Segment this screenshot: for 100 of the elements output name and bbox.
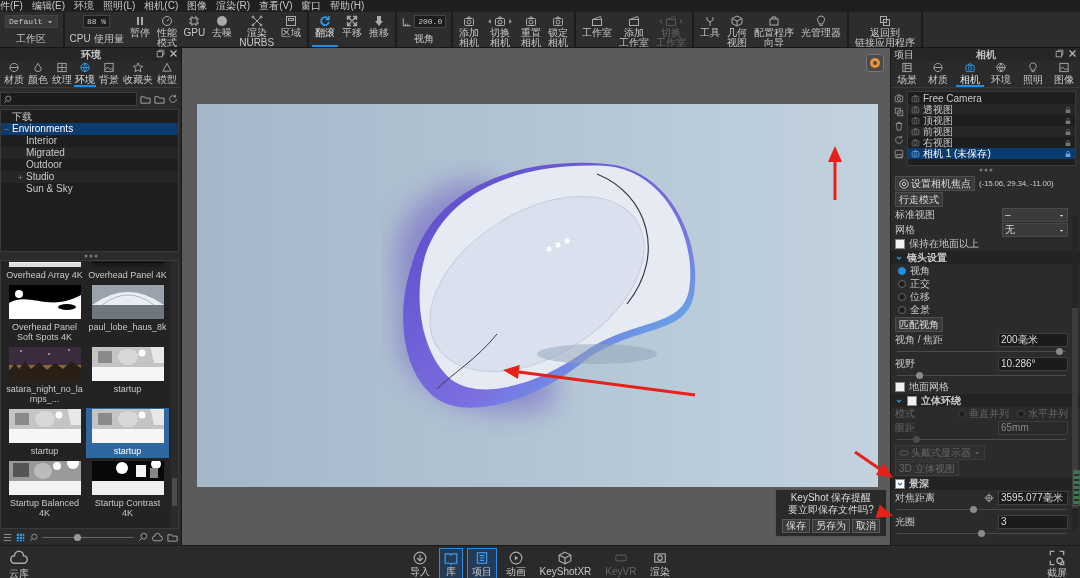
library-tab[interactable]: 材质 <box>2 61 25 87</box>
thumbnail-card[interactable]: startup <box>3 408 86 458</box>
thumbnail-card[interactable]: paul_lobe_haus_8k <box>86 284 169 344</box>
camera-item[interactable]: Free Camera <box>908 93 1075 104</box>
project-tab[interactable]: 场景 <box>892 61 921 87</box>
dock-tab[interactable]: KeyShotXR <box>534 548 597 578</box>
toolbar-field[interactable]: 88 % <box>82 15 111 28</box>
toolbar-button[interactable]: 光管理器 <box>798 12 845 47</box>
toolbar-button[interactable]: 性能 模式 <box>153 12 180 47</box>
menu-item[interactable]: 帮助(H) <box>330 0 365 12</box>
menu-item[interactable]: 照明(L) <box>103 0 136 12</box>
library-tab[interactable]: 颜色 <box>26 61 49 87</box>
slider-thumb[interactable] <box>1055 348 1063 355</box>
dock-tab[interactable]: 动画 <box>500 548 531 578</box>
camera-item[interactable]: 相机 1 (未保存) <box>908 148 1075 159</box>
project-tab[interactable]: 相机 <box>955 61 984 87</box>
dock-tab[interactable]: 导入 <box>404 548 435 578</box>
thumbnail-card[interactable]: Overhead Panel Soft Spots 4K <box>3 284 86 344</box>
scrollbar[interactable] <box>171 261 178 528</box>
gear-icon[interactable] <box>866 54 884 72</box>
toolbar-button[interactable]: 返回到 链接应用程序 <box>852 12 919 47</box>
thumbnail-card[interactable]: startup <box>86 346 169 406</box>
slider-thumb[interactable] <box>978 530 985 537</box>
value-field[interactable]: 10.286° <box>998 357 1068 371</box>
menu-item[interactable]: 渲染(R) <box>216 0 251 12</box>
radio-button[interactable] <box>898 280 906 288</box>
grip-icon[interactable] <box>83 254 98 258</box>
thumbnail-card[interactable]: startup <box>86 408 169 458</box>
toolbar-button[interactable]: 添加 相机 <box>456 12 483 47</box>
side-tab[interactable] <box>1073 470 1080 506</box>
toolbar-field[interactable]: 200.0 <box>414 15 447 28</box>
toolbar-button[interactable]: 工作室 <box>579 12 616 47</box>
tree-item[interactable]: 下载 <box>1 111 178 123</box>
menu-item[interactable]: 图像 <box>187 0 208 12</box>
menu-item[interactable]: 编辑(E) <box>31 0 66 12</box>
menu-item[interactable]: 查看(V) <box>259 0 293 12</box>
radio-button[interactable] <box>898 293 906 301</box>
radio-button[interactable] <box>898 306 906 314</box>
menu-item[interactable]: 相机(C) <box>144 0 179 12</box>
checkbox[interactable] <box>895 382 905 392</box>
property-button[interactable]: 行走模式 <box>895 192 943 207</box>
tree-item[interactable]: Studio <box>1 171 178 183</box>
slider-thumb[interactable] <box>916 372 924 379</box>
thumbnail-card[interactable]: satara_night_no_lamps_... <box>3 346 86 406</box>
tree-item[interactable]: Sun & Sky <box>1 183 178 195</box>
search-field[interactable] <box>0 92 137 106</box>
library-tab[interactable]: 模型 <box>156 61 178 87</box>
menu-item[interactable]: 环境 <box>74 0 95 12</box>
thumbnail-card[interactable]: Overhead Panel 4K <box>86 261 169 282</box>
toolbar-button[interactable]: 工具 <box>697 12 724 47</box>
screenshot-button[interactable]: 截屏 <box>1042 547 1072 578</box>
tree-item[interactable]: Outdoor <box>1 159 178 171</box>
checkbox[interactable] <box>895 478 905 489</box>
scrollbar[interactable] <box>1072 216 1078 531</box>
library-tab[interactable]: 纹理 <box>50 61 73 87</box>
project-tab[interactable]: 材质 <box>924 61 953 87</box>
checkbox[interactable] <box>907 395 917 406</box>
grip-icon[interactable] <box>978 168 993 172</box>
thumbnail-card[interactable]: Startup Contrast 4K <box>86 460 169 520</box>
toolbar-button[interactable]: 添加 工作室 <box>616 12 653 47</box>
project-tab[interactable]: 环境 <box>987 61 1016 87</box>
toolbar-button[interactable]: 配置程序 向导 <box>751 12 798 47</box>
toolbar-button[interactable]: GPU <box>180 12 209 47</box>
toolbar-button[interactable]: 几何 视图 <box>724 12 751 47</box>
dialog-button[interactable]: 另存为 <box>812 519 850 533</box>
dialog-button[interactable]: 保存 <box>782 519 810 533</box>
dock-tab[interactable]: 渲染 <box>645 548 676 578</box>
toolbar-button[interactable]: 平移 <box>339 12 366 47</box>
toolbar-button[interactable]: 暂停 <box>126 12 153 47</box>
project-tab[interactable]: 图像 <box>1050 61 1079 87</box>
toolbar-button[interactable]: 锁定 相机 <box>545 12 572 47</box>
tree-item[interactable]: Interior <box>1 135 178 147</box>
toolbar-button[interactable]: 切换 相机 <box>483 12 518 47</box>
workspace-dropdown[interactable]: Default <box>5 15 58 28</box>
toolbar-button[interactable]: 重置 相机 <box>518 12 545 47</box>
library-tab[interactable]: 环境 <box>74 61 97 87</box>
menu-item[interactable]: 窗口 <box>301 0 322 12</box>
thumbnail-card[interactable]: Startup Balanced 4K <box>3 460 86 520</box>
menu-item[interactable]: 件(F) <box>0 0 23 12</box>
toolbar-button[interactable]: 去噪 <box>209 12 236 47</box>
thumbnail-card[interactable]: Overhead Array 4K <box>3 261 86 282</box>
property-dropdown[interactable]: 无 <box>1002 223 1068 237</box>
radio-button[interactable] <box>898 267 906 275</box>
camera-item[interactable]: 右视图 <box>908 137 1075 148</box>
slider-thumb[interactable] <box>969 506 977 513</box>
property-dropdown[interactable]: – <box>1002 208 1068 222</box>
tree-item[interactable]: Migrated <box>1 147 178 159</box>
project-tab[interactable]: 照明 <box>1018 61 1047 87</box>
toolbar-button[interactable]: 区域 <box>278 12 305 47</box>
property-button[interactable]: 匹配视角 <box>895 317 943 332</box>
toolbar-button[interactable]: 推移 <box>366 12 393 47</box>
dock-tab[interactable]: 项目 <box>466 548 497 578</box>
camera-item[interactable]: 顶视图 <box>908 115 1075 126</box>
value-field[interactable]: 3 <box>998 515 1068 529</box>
property-button[interactable]: 设置相机焦点 <box>895 176 975 191</box>
library-tab[interactable]: 收藏夹 <box>122 61 155 87</box>
library-tab[interactable]: 背景 <box>98 61 121 87</box>
camera-item[interactable]: 透视图 <box>908 104 1075 115</box>
dock-tab[interactable]: 库 <box>438 548 463 578</box>
cloud-library-button[interactable]: 云库 <box>4 546 34 578</box>
